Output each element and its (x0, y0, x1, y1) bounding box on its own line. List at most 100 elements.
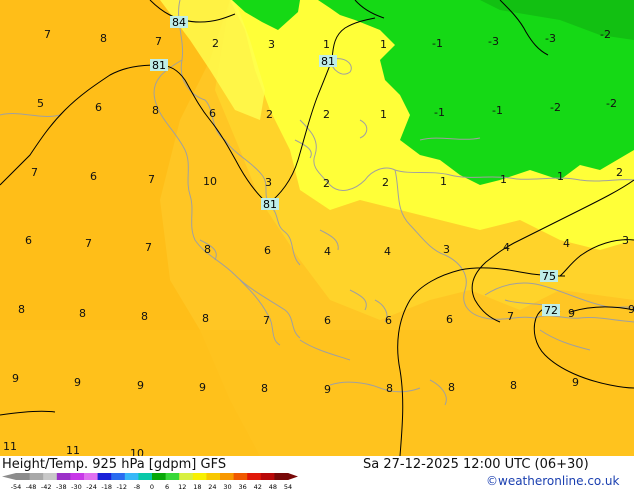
temp-value: -1 (432, 37, 443, 50)
temp-value: 9 (137, 379, 144, 392)
scale-swatch (138, 473, 153, 480)
contour-label-81b: 81 (321, 55, 335, 68)
temp-value: 9 (324, 383, 331, 396)
temp-value: 3 (268, 38, 275, 51)
scale-swatch (84, 473, 99, 480)
temp-value: 6 (25, 234, 32, 247)
temp-value: 9 (572, 376, 579, 389)
scale-tick-label: 54 (284, 483, 292, 490)
temp-value: 4 (384, 245, 391, 258)
scale-swatch (43, 473, 58, 480)
temp-value: 4 (503, 241, 510, 254)
contour-label-75: 75 (542, 270, 556, 283)
scale-tick-label: 48 (269, 483, 277, 490)
temp-value: 9 (568, 307, 575, 320)
scale-swatch (29, 473, 44, 480)
scale-swatch (233, 473, 248, 480)
temp-value: 6 (264, 244, 271, 257)
contour-label-72: 72 (544, 304, 558, 317)
scale-tick-label: -12 (116, 483, 127, 490)
temp-value: 3 (265, 176, 272, 189)
temp-value: 8 (510, 379, 517, 392)
temp-value: 7 (155, 35, 162, 48)
contour-label-81a: 81 (152, 59, 166, 72)
weather-map: 84 81 81 81 75 72 7 8 7 2 3 1 1 -1 -3 -3… (0, 0, 634, 460)
scale-tick-label: -24 (86, 483, 97, 490)
scale-arrow-left (2, 473, 16, 480)
temp-value: 2 (323, 108, 330, 121)
temp-value: 4 (324, 245, 331, 258)
temp-value: 8 (261, 382, 268, 395)
scale-arrow-right (288, 473, 298, 480)
temp-value: 7 (148, 173, 155, 186)
temp-value: 1 (440, 175, 447, 188)
scale-swatch (124, 473, 139, 480)
temp-value: 7 (145, 241, 152, 254)
temp-value: 8 (202, 312, 209, 325)
scale-tick-label: -54 (11, 483, 22, 490)
scale-tick-label: -42 (41, 483, 52, 490)
temp-value: 2 (616, 166, 623, 179)
temp-value: 3 (443, 243, 450, 256)
temp-value: 10 (203, 175, 217, 188)
color-scale: -54 -48 -42 -38 -30 -24 -18 -12 -8 0 6 12 18 24 30 36 42… (2, 473, 298, 490)
scale-swatch (70, 473, 85, 480)
temp-value: 9 (628, 303, 634, 316)
scale-swatch (247, 473, 262, 480)
temp-value: 9 (74, 376, 81, 389)
scale-swatch (111, 473, 126, 480)
temp-value: 9 (12, 372, 19, 385)
scale-tick-label: 30 (223, 483, 231, 490)
temp-value: 1 (380, 108, 387, 121)
scale-tick-label: -18 (101, 483, 112, 490)
temp-value: -2 (606, 97, 617, 110)
temp-value: -1 (492, 104, 503, 117)
temp-value: 7 (31, 166, 38, 179)
temp-value: -3 (488, 35, 499, 48)
contour-label-81c: 81 (263, 198, 277, 211)
temp-value: 8 (79, 307, 86, 320)
temp-value: 8 (386, 382, 393, 395)
temp-value: -2 (600, 28, 611, 41)
scale-swatch (274, 473, 289, 480)
temp-value: 1 (380, 38, 387, 51)
scale-swatch (165, 473, 180, 480)
temp-value: 6 (446, 313, 453, 326)
temp-value: -2 (550, 101, 561, 114)
contour-label-84: 84 (172, 16, 186, 29)
scale-tick-label: -8 (134, 483, 140, 490)
map-title: Height/Temp. 925 hPa [gdpm] GFS (2, 457, 227, 472)
temp-value: 1 (500, 173, 507, 186)
temp-value: -1 (434, 106, 445, 119)
scale-tick-label: 18 (193, 483, 201, 490)
scale-tick-label: -30 (71, 483, 82, 490)
temp-value: 8 (100, 32, 107, 45)
temp-value: 7 (44, 28, 51, 41)
temp-value: -3 (545, 32, 556, 45)
temp-value: 6 (209, 107, 216, 120)
temp-value: 9 (199, 381, 206, 394)
temp-value: 11 (3, 440, 17, 453)
scale-tick-label: -48 (26, 483, 37, 490)
scale-tick-label: 12 (178, 483, 186, 490)
temp-value: 8 (18, 303, 25, 316)
temp-value: 7 (263, 314, 270, 327)
temp-value: 5 (37, 97, 44, 110)
scale-swatch (192, 473, 207, 480)
scale-tick-label: 24 (208, 483, 216, 490)
temp-value: 3 (622, 234, 629, 247)
temp-value: 1 (557, 170, 564, 183)
scale-swatch (97, 473, 112, 480)
scale-tick-label: -38 (56, 483, 67, 490)
temp-value: 6 (90, 170, 97, 183)
temp-value: 8 (448, 381, 455, 394)
credit-link[interactable]: ©weatheronline.co.uk (486, 474, 619, 488)
scale-swatch (206, 473, 221, 480)
temp-value: 2 (323, 177, 330, 190)
temp-value: 8 (152, 104, 159, 117)
scale-tick-label: 0 (150, 483, 154, 490)
temp-value: 2 (266, 108, 273, 121)
temp-value: 6 (324, 314, 331, 327)
temp-value: 8 (141, 310, 148, 323)
temp-value: 4 (563, 237, 570, 250)
